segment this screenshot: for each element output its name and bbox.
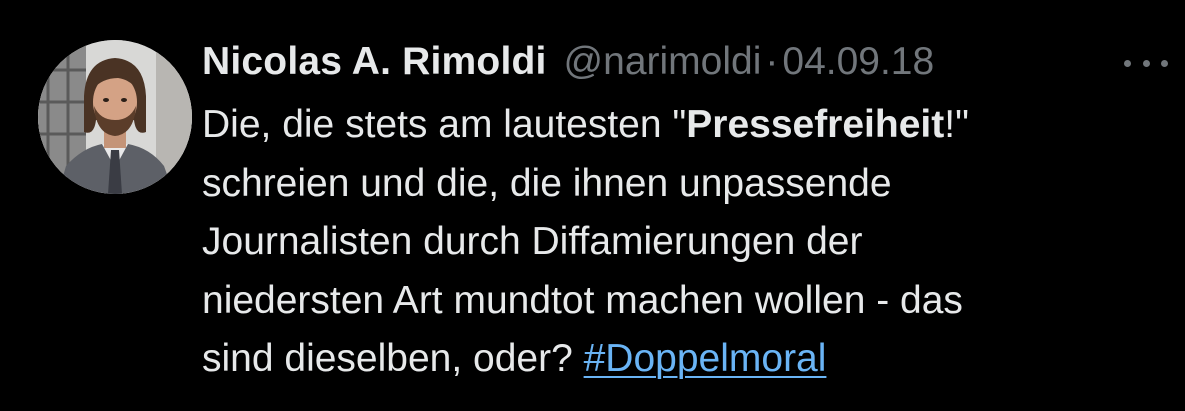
- hashtag-link[interactable]: #Doppelmoral: [584, 337, 827, 380]
- tweet-text-line: sind dieselben, oder? #Doppelmoral: [202, 337, 827, 380]
- ellipsis-icon: [1142, 59, 1150, 67]
- tweet-date[interactable]: 04.09.18: [782, 34, 934, 90]
- ellipsis-icon: [1124, 59, 1131, 67]
- author-display-name[interactable]: Nicolas A. Rimoldi: [202, 34, 547, 90]
- bold-word: Pressefreiheit: [686, 103, 945, 146]
- tweet-text: Die, die stets am lautesten "Pressefreih…: [202, 96, 1172, 389]
- tweet-text-line: schreien und die, die ihnen unpassende: [202, 161, 892, 205]
- separator-dot: ·: [765, 40, 779, 83]
- tweet: Nicolas A. Rimoldi @narimoldi · 04.09.18…: [0, 0, 1185, 411]
- tweet-text-line: niedersten Art mundtot machen wollen - d…: [202, 278, 963, 322]
- avatar[interactable]: [38, 40, 192, 194]
- tweet-text-line: Die, die stets am lautesten "Pressefreih…: [202, 103, 969, 146]
- tweet-text-line: Journalisten durch Diffamierungen der: [202, 220, 863, 263]
- profile-photo-icon: [38, 40, 192, 194]
- more-options-button[interactable]: [1124, 56, 1168, 70]
- author-handle[interactable]: @narimoldi: [564, 34, 762, 90]
- ellipsis-icon: [1161, 59, 1168, 67]
- tweet-header: Nicolas A. Rimoldi @narimoldi · 04.09.18: [202, 34, 934, 90]
